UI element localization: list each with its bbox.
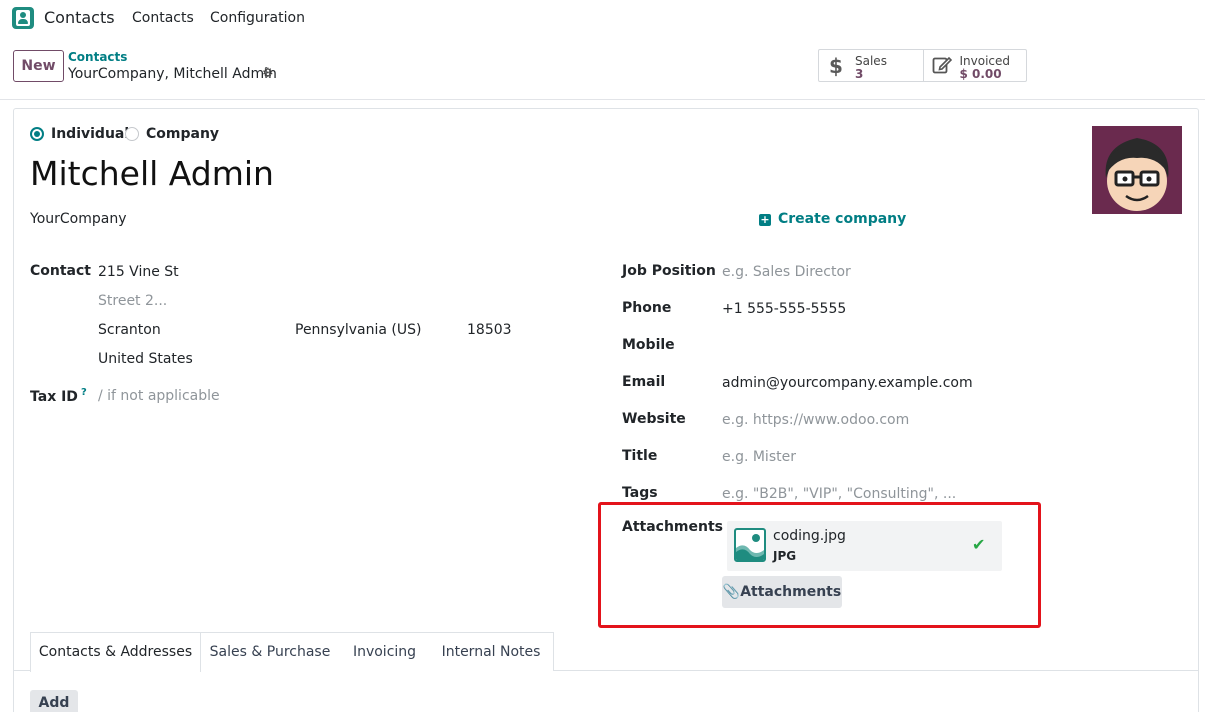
control-panel: New Contacts YourCompany, Mitchell Admin… xyxy=(0,36,1205,100)
invoiced-smart-button[interactable]: Invoiced $ 0.00 xyxy=(922,50,1027,81)
attachments-button-label: Attachments xyxy=(740,584,842,600)
city-field[interactable]: Scranton xyxy=(98,322,161,338)
plus-icon: + xyxy=(759,213,771,226)
company-field[interactable]: YourCompany xyxy=(30,211,127,227)
sales-label: Sales xyxy=(855,54,887,68)
image-file-icon xyxy=(734,528,766,562)
tab-invoicing[interactable]: Invoicing xyxy=(340,632,430,671)
tab-contacts-addresses[interactable]: Contacts & Addresses xyxy=(30,632,201,672)
tags-field[interactable]: e.g. "B2B", "VIP", "Consulting", ... xyxy=(722,486,956,502)
breadcrumb-current: YourCompany, Mitchell Admin xyxy=(68,66,277,82)
contact-label: Contact xyxy=(30,263,91,279)
website-label: Website xyxy=(622,411,686,427)
attachments-label: Attachments xyxy=(622,519,724,535)
contacts-app-icon[interactable] xyxy=(12,7,34,29)
partner-name[interactable]: Mitchell Admin xyxy=(30,154,274,193)
job-position-label: Job Position xyxy=(622,263,716,279)
tab-internal-notes[interactable]: Internal Notes xyxy=(429,632,554,671)
invoiced-label: Invoiced xyxy=(959,54,1011,68)
avatar[interactable] xyxy=(1092,126,1182,214)
company-label[interactable]: Company xyxy=(146,126,219,142)
paperclip-icon: 📎 xyxy=(722,584,741,600)
individual-label[interactable]: Individual xyxy=(51,126,129,142)
create-company-button[interactable]: + Create company xyxy=(759,211,906,227)
title-label: Title xyxy=(622,448,658,464)
attachment-card[interactable]: coding.jpg JPG ✔ xyxy=(727,521,1002,571)
attachments-button[interactable]: 📎Attachments xyxy=(722,576,842,608)
sales-value: 3 xyxy=(855,67,864,81)
top-navbar: Contacts Contacts Configuration xyxy=(0,0,1205,36)
attachment-file-ext: JPG xyxy=(773,549,797,563)
tax-id-field[interactable]: / if not applicable xyxy=(98,388,220,404)
tax-id-label: Tax ID? xyxy=(30,387,87,405)
phone-field[interactable]: +1 555-555-5555 xyxy=(722,301,846,317)
create-company-label: Create company xyxy=(778,211,907,227)
form-sheet xyxy=(13,108,1199,712)
mobile-label: Mobile xyxy=(622,337,675,353)
attachment-file-name[interactable]: coding.jpg xyxy=(773,528,846,544)
invoiced-value: $ 0.00 xyxy=(959,67,1002,81)
job-position-field[interactable]: e.g. Sales Director xyxy=(722,264,851,280)
dollar-icon: $ xyxy=(829,54,843,78)
company-radio[interactable] xyxy=(125,127,139,141)
phone-label: Phone xyxy=(622,300,672,316)
help-icon[interactable]: ? xyxy=(81,387,87,398)
gear-icon[interactable]: ⚙ xyxy=(262,66,274,81)
invoice-edit-icon xyxy=(932,55,952,80)
tab-sales-purchase[interactable]: Sales & Purchase xyxy=(200,632,341,671)
email-label: Email xyxy=(622,374,666,390)
street-field[interactable]: 215 Vine St xyxy=(98,264,179,280)
state-field[interactable]: Pennsylvania (US) xyxy=(295,322,422,338)
menu-contacts[interactable]: Contacts xyxy=(132,10,194,26)
new-button[interactable]: New xyxy=(13,50,64,82)
email-field[interactable]: admin@yourcompany.example.com xyxy=(722,375,973,391)
tax-id-text: Tax ID xyxy=(30,389,78,405)
individual-radio[interactable] xyxy=(30,127,44,141)
zip-field[interactable]: 18503 xyxy=(467,322,512,338)
app-name[interactable]: Contacts xyxy=(44,8,115,27)
website-field[interactable]: e.g. https://www.odoo.com xyxy=(722,412,909,428)
country-field[interactable]: United States xyxy=(98,351,193,367)
tags-label: Tags xyxy=(622,485,658,501)
breadcrumb-parent[interactable]: Contacts xyxy=(68,50,127,64)
add-button[interactable]: Add xyxy=(30,690,78,712)
check-icon: ✔ xyxy=(972,535,986,554)
sales-smart-button[interactable]: $ Sales 3 xyxy=(819,50,923,81)
street2-field[interactable]: Street 2... xyxy=(98,293,167,309)
menu-configuration[interactable]: Configuration xyxy=(210,10,305,26)
smart-buttons: $ Sales 3 Invoiced $ 0.00 xyxy=(818,49,1027,82)
title-field[interactable]: e.g. Mister xyxy=(722,449,796,465)
